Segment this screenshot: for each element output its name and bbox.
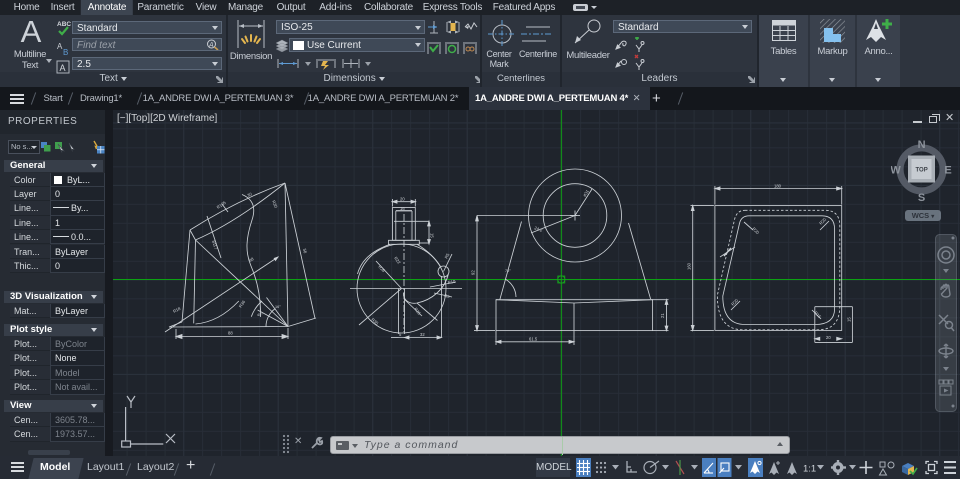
svg-text:61.5: 61.5 — [529, 337, 538, 342]
svg-text:160: 160 — [687, 262, 692, 270]
svg-text:15: 15 — [430, 233, 435, 238]
svg-text:R22: R22 — [393, 256, 402, 266]
svg-text:R26: R26 — [377, 264, 386, 273]
svg-text:20: 20 — [400, 197, 405, 202]
svg-text:R20: R20 — [730, 297, 739, 306]
svg-text:32: 32 — [420, 332, 425, 337]
svg-text:W: W — [891, 165, 901, 177]
svg-text:21: 21 — [660, 313, 665, 318]
svg-text:R30: R30 — [271, 200, 279, 210]
svg-text:E: E — [944, 165, 951, 177]
svg-text:1:1: 1:1 — [803, 464, 816, 475]
svg-text:S: S — [918, 192, 925, 202]
svg-text:45°: 45° — [257, 313, 263, 317]
svg-text:N: N — [918, 139, 926, 151]
svg-text:R20: R20 — [751, 226, 760, 235]
svg-text:56: 56 — [302, 248, 308, 254]
svg-text:R36: R36 — [238, 299, 247, 309]
svg-text:20: 20 — [826, 335, 831, 340]
svg-text:75°: 75° — [505, 269, 511, 273]
svg-text:92: 92 — [471, 270, 476, 275]
svg-text:A: A — [208, 42, 214, 49]
svg-text:ABC: ABC — [57, 21, 71, 28]
svg-text:16°: 16° — [275, 305, 281, 309]
svg-text:R35: R35 — [370, 317, 380, 326]
svg-text:88: 88 — [228, 331, 233, 336]
svg-text:TOP: TOP — [915, 168, 927, 174]
svg-text:A: A — [60, 63, 66, 73]
svg-text:ø31: ø31 — [582, 188, 591, 197]
svg-text:R18: R18 — [172, 306, 182, 314]
svg-text:B: B — [63, 48, 68, 57]
svg-text:15: 15 — [847, 317, 852, 322]
svg-text:180: 180 — [774, 183, 782, 188]
svg-text:16: 16 — [400, 206, 405, 211]
svg-text:98: 98 — [248, 256, 255, 263]
svg-text:30: 30 — [246, 191, 253, 198]
